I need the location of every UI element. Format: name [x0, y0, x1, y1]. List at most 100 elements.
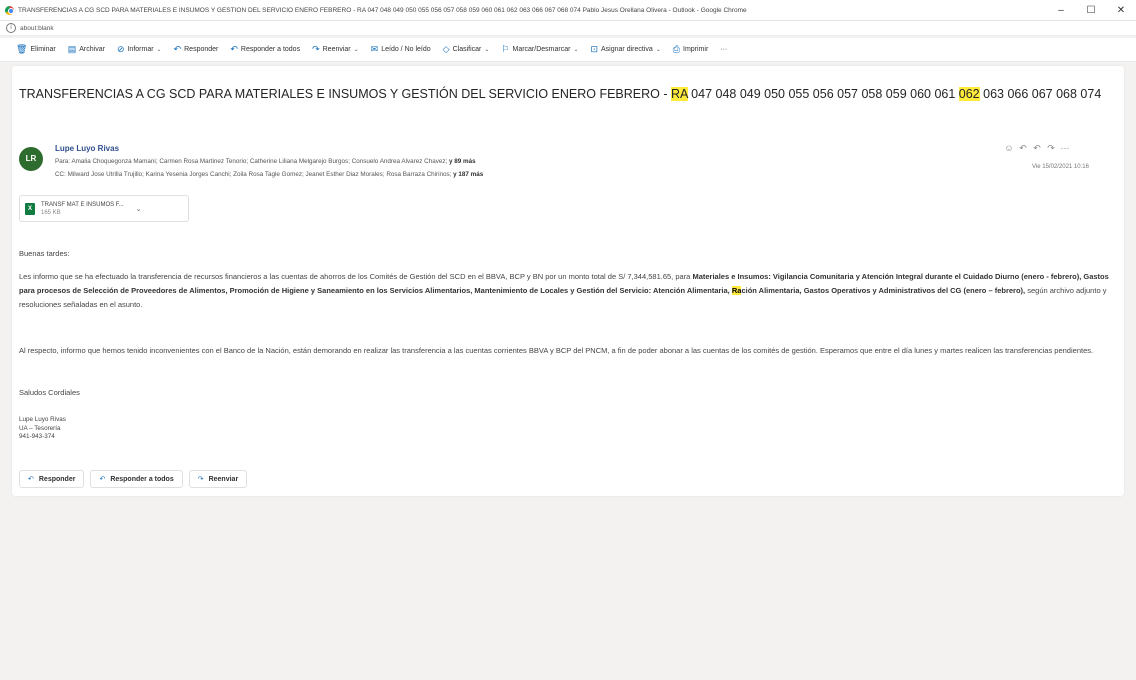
reply-all-label: Responder a todos	[240, 46, 301, 53]
window-title: TRANSFERENCIAS A CG SCD PARA MATERIALES …	[18, 6, 747, 14]
flag-button[interactable]: ⚐ Marcar/Desmarcar ⌄	[501, 44, 578, 55]
print-label: Imprimir	[683, 46, 709, 53]
forward-icon: ↷	[197, 476, 204, 483]
search-highlight: RA	[671, 87, 688, 101]
attachment-card[interactable]: X TRANSF MAT E INSUMOS F... 165 KB ⌄	[19, 195, 189, 222]
chevron-down-icon: ⌄	[156, 47, 162, 53]
reply-all-button-label: Responder a todos	[110, 475, 174, 483]
attachment-size: 165 KB	[41, 209, 61, 216]
chevron-down-icon: ⌄	[655, 47, 661, 53]
cc-label: CC:	[55, 171, 66, 178]
more-icon: ···	[720, 46, 728, 53]
delete-label: Eliminar	[30, 46, 56, 53]
reply-all-icon[interactable]: ↶	[1030, 143, 1044, 154]
reply-icon: ↶	[28, 476, 34, 483]
more-actions-button[interactable]: ···	[720, 46, 727, 53]
chevron-down-icon: ⌄	[573, 47, 579, 53]
message-subject: TRANSFERENCIAS A CG SCD PARA MATERIALES …	[19, 86, 1114, 103]
avatar[interactable]: LR	[19, 147, 43, 171]
report-icon: ⊘	[116, 44, 125, 54]
reply-label: Responder	[184, 46, 219, 53]
flag-icon: ⚐	[501, 44, 510, 54]
forward-label: Reenviar	[322, 46, 351, 53]
tag-icon: ◇	[442, 44, 450, 54]
reply-all-icon: ↶	[99, 476, 106, 483]
report-label: Informar	[127, 46, 154, 53]
policy-icon: ⊡	[590, 44, 599, 54]
cc-names: Milward Jose Utrilla Trujillo; Karina Ye…	[67, 171, 452, 178]
minimize-button[interactable]: –	[1046, 5, 1076, 16]
envelope-icon: ✉	[370, 44, 379, 54]
categorize-button[interactable]: ◇ Clasificar ⌄	[443, 44, 490, 55]
to-label: Para:	[55, 158, 71, 165]
signature-name: Lupe Luyo Rivas	[19, 416, 66, 423]
signature-department: UA – Tesorería	[19, 424, 61, 432]
reply-icon[interactable]: ↶	[1016, 143, 1030, 154]
cc-more-link[interactable]: y 187 más	[453, 171, 483, 178]
subject-text: TRANSFERENCIAS A CG SCD PARA MATERIALES …	[19, 87, 671, 101]
to-recipients[interactable]: Para: Amalia Choquegonza Mamani; Carmen …	[55, 158, 476, 165]
forward-toolbar-button[interactable]: ↷ Reenviar ⌄	[312, 44, 359, 55]
info-icon[interactable]: i	[6, 23, 16, 33]
reply-toolbar-button[interactable]: ↶ Responder	[174, 44, 219, 55]
body-paragraph-1: Les informo que se ha efectuado la trans…	[19, 270, 1114, 312]
forward-icon[interactable]: ↷	[1044, 143, 1058, 154]
search-highlight: Ra	[731, 286, 742, 295]
chevron-down-icon: ⌄	[353, 47, 359, 53]
archive-icon: ▤	[67, 44, 77, 54]
cc-recipients[interactable]: CC: Milward Jose Utrilla Trujillo; Karin…	[55, 171, 483, 178]
chevron-down-icon: ⌄	[484, 47, 490, 53]
signature: Lupe Luyo Rivas UA – Tesorería 941-943-3…	[19, 416, 66, 442]
flag-label: Marcar/Desmarcar	[512, 46, 571, 53]
trash-icon: 🗑	[16, 44, 28, 54]
subject-text: 047 048 049 050 055 056 057 058 059 060 …	[687, 87, 959, 101]
assign-policy-label: Asignar directiva	[601, 46, 653, 53]
reply-all-icon: ↶	[230, 44, 238, 54]
closing: Saludos Cordiales	[19, 388, 80, 397]
reply-buttons: ↶ Responder ↶ Responder a todos ↷ Reenviar	[19, 470, 253, 488]
body-bold-text: ción Alimentaria, Gastos Operativos y Ad…	[741, 286, 1026, 295]
reply-all-toolbar-button[interactable]: ↶ Responder a todos	[230, 44, 300, 55]
more-icon[interactable]: ···	[1058, 143, 1072, 154]
print-button[interactable]: ⎙ Imprimir	[673, 44, 708, 55]
reply-icon: ↶	[173, 44, 182, 54]
reply-button[interactable]: ↶ Responder	[19, 470, 85, 488]
printer-icon: ⎙	[672, 44, 680, 54]
forward-icon: ↷	[312, 44, 320, 54]
to-more-link[interactable]: y 89 más	[449, 158, 476, 165]
read-unread-button[interactable]: ✉ Leído / No leído	[371, 44, 431, 55]
body-text: Les informo que se ha efectuado la trans…	[19, 272, 693, 281]
maximize-button[interactable]: ☐	[1076, 5, 1106, 16]
signature-phone: 941-943-374	[19, 433, 55, 440]
emoji-reaction-icon[interactable]: ☺	[1002, 143, 1016, 154]
search-highlight: 062	[958, 87, 980, 101]
mail-toolbar: 🗑 Eliminar ▤ Archivar ⊘ Informar ⌄ ↶ Responde…	[0, 38, 1136, 62]
to-names: Amalia Choquegonza Mamani; Carmen Rosa M…	[71, 158, 448, 165]
assign-policy-button[interactable]: ⊡ Asignar directiva ⌄	[590, 44, 660, 55]
address-bar[interactable]: i about:blank	[0, 21, 1136, 36]
message-actions: ☺ ↶ ↶ ↷ ···	[1002, 143, 1072, 154]
address-url[interactable]: about:blank	[20, 25, 54, 32]
close-window-button[interactable]: ✕	[1106, 5, 1136, 16]
message-date: Vie 15/02/2021 10:16	[1032, 164, 1089, 170]
archive-button[interactable]: ▤ Archivar	[68, 44, 105, 55]
report-button[interactable]: ⊘ Informar ⌄	[117, 44, 162, 55]
greeting: Buenas tardes:	[19, 249, 70, 258]
window-controls: – ☐ ✕	[1046, 5, 1136, 16]
delete-button[interactable]: 🗑 Eliminar	[16, 44, 56, 55]
chrome-icon	[5, 5, 14, 15]
browser-title-bar: TRANSFERENCIAS A CG SCD PARA MATERIALES …	[0, 0, 1136, 21]
attachment-name: TRANSF MAT E INSUMOS F...	[41, 201, 124, 208]
reply-button-label: Responder	[38, 475, 76, 483]
body-paragraph-2: Al respecto, informo que hemos tenido in…	[19, 346, 1094, 355]
excel-file-icon: X	[25, 202, 35, 215]
read-unread-label: Leído / No leído	[381, 46, 431, 53]
reply-all-button[interactable]: ↶ Responder a todos	[90, 470, 183, 488]
forward-button[interactable]: ↷ Reenviar	[188, 470, 248, 488]
archive-label: Archivar	[79, 46, 105, 53]
sender-name[interactable]: Lupe Luyo Rivas	[55, 144, 119, 153]
chevron-down-icon[interactable]: ⌄	[136, 205, 142, 213]
categorize-label: Clasificar	[452, 46, 482, 53]
forward-button-label: Reenviar	[208, 475, 239, 483]
subject-text: 063 066 067 068 074	[979, 87, 1102, 101]
